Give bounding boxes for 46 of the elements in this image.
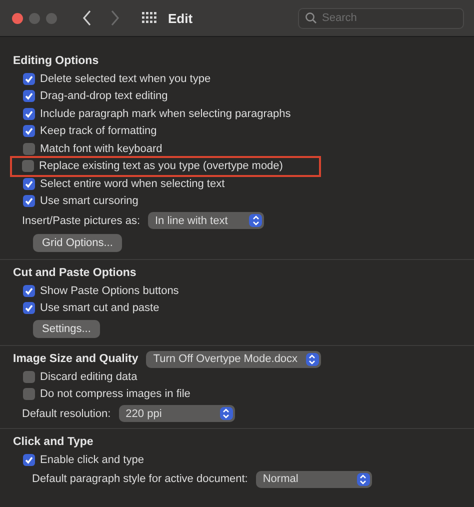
checkmark-icon bbox=[24, 108, 34, 119]
close-button[interactable] bbox=[12, 12, 23, 24]
document-dropdown[interactable]: Turn Off Overtype Mode.docx bbox=[146, 350, 321, 368]
checkbox[interactable]: Keep track of formatting bbox=[23, 125, 157, 138]
chevron-icon bbox=[220, 407, 233, 420]
checkbox[interactable]: Discard editing data bbox=[23, 370, 138, 383]
field-label: Insert/Paste pictures as: bbox=[22, 214, 140, 226]
dropdown[interactable]: In line with text bbox=[148, 212, 264, 229]
field-label: Default paragraph style for active document: bbox=[32, 473, 248, 485]
checkbox[interactable]: Use smart cut and paste bbox=[23, 302, 160, 314]
checkbox[interactable]: Do not compress images in file bbox=[23, 388, 190, 400]
section-title: Click and Type bbox=[13, 436, 94, 448]
checkmark-icon bbox=[24, 74, 34, 84]
checkbox[interactable]: Delete selected text when you type bbox=[23, 72, 211, 85]
chevron-icon bbox=[249, 214, 262, 227]
dropdown[interactable]: 220 ppi bbox=[118, 405, 235, 422]
checkmark-icon bbox=[24, 91, 34, 102]
checkbox[interactable]: Include paragraph mark when selecting paragraphs bbox=[23, 108, 291, 120]
dropdown[interactable]: Normal bbox=[256, 470, 372, 488]
checkbox[interactable]: Replace existing text as you type (overtype mode) bbox=[22, 160, 283, 172]
checkmark-icon bbox=[24, 303, 34, 314]
checkbox[interactable]: Match font with keyboard bbox=[23, 142, 162, 155]
checkmark-icon bbox=[24, 454, 34, 465]
chevron-icon bbox=[306, 352, 319, 366]
checkmark-icon bbox=[24, 196, 34, 206]
checkmark-icon bbox=[24, 286, 34, 296]
push-button[interactable]: Settings... bbox=[33, 320, 100, 338]
search-icon bbox=[305, 12, 317, 24]
section-title: Editing Options bbox=[13, 55, 99, 67]
search-field[interactable]: Search bbox=[298, 8, 464, 28]
forward-icon[interactable] bbox=[110, 10, 120, 26]
push-button[interactable]: Grid Options... bbox=[33, 234, 122, 252]
checkbox[interactable]: Select entire word when selecting text bbox=[23, 178, 225, 190]
checkbox[interactable]: Enable click and type bbox=[23, 454, 144, 466]
back-icon[interactable] bbox=[82, 10, 92, 26]
section-title: Cut and Paste Options bbox=[13, 267, 136, 279]
window-title: Edit bbox=[168, 10, 193, 26]
checkbox[interactable]: Show Paste Options buttons bbox=[23, 284, 179, 297]
checkmark-icon bbox=[24, 126, 34, 136]
checkmark-icon bbox=[24, 178, 34, 189]
chevron-icon bbox=[356, 472, 370, 486]
grid-icon[interactable] bbox=[142, 12, 157, 24]
section-title: Image Size and Quality bbox=[13, 353, 138, 365]
checkbox[interactable]: Drag-and-drop text editing bbox=[23, 90, 168, 102]
field-label: Default resolution: bbox=[22, 408, 111, 420]
checkbox[interactable]: Use smart cursoring bbox=[23, 195, 138, 208]
